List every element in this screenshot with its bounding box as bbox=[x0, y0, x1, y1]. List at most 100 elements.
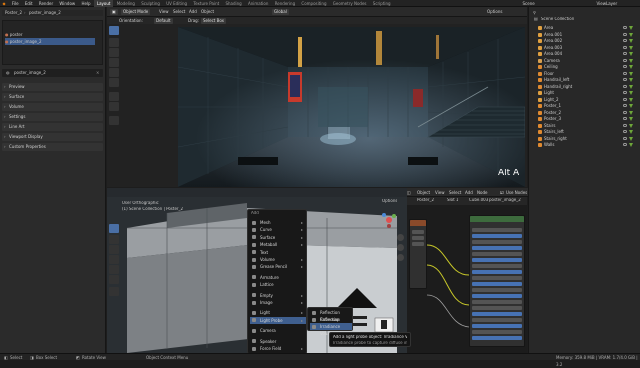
menu-edit[interactable]: Edit bbox=[22, 0, 35, 7]
scale-tool-icon[interactable] bbox=[109, 68, 119, 77]
scene-selector[interactable]: Scene bbox=[520, 0, 537, 7]
image-texture-node[interactable] bbox=[409, 219, 427, 289]
node-field[interactable] bbox=[472, 258, 522, 262]
section-custom-properties[interactable]: Custom Properties bbox=[2, 143, 103, 151]
zoom-icon[interactable] bbox=[397, 234, 404, 241]
node-menu-node[interactable]: Node bbox=[477, 190, 487, 196]
navigation-gizmo[interactable] bbox=[379, 210, 399, 230]
mode-selector[interactable]: Object Mode bbox=[121, 9, 151, 15]
visibility-eye-icon[interactable] bbox=[623, 71, 627, 75]
node-editor-type-icon[interactable]: ◫ bbox=[407, 190, 411, 196]
cursor-tool-icon[interactable] bbox=[109, 38, 119, 47]
add-cube-tool-icon[interactable] bbox=[109, 116, 119, 125]
visibility-eye-icon[interactable] bbox=[623, 84, 627, 88]
close-icon[interactable]: × bbox=[96, 69, 99, 77]
menu-object[interactable]: Object bbox=[201, 9, 214, 15]
orientation-dropdown[interactable]: Default bbox=[154, 17, 173, 24]
visibility-eye-icon[interactable] bbox=[623, 104, 627, 107]
node-field[interactable] bbox=[472, 294, 522, 298]
menu-file[interactable]: File bbox=[9, 0, 21, 7]
menu-item-reflection-plane[interactable]: Reflection Plane bbox=[310, 316, 352, 329]
node-field[interactable] bbox=[472, 264, 522, 268]
scene-collection-row[interactable]: ▤ Scene Collection bbox=[531, 17, 639, 24]
visibility-eye-icon[interactable] bbox=[623, 65, 627, 68]
visibility-eye-icon[interactable] bbox=[623, 123, 627, 127]
node-field[interactable] bbox=[472, 252, 522, 256]
node-field[interactable] bbox=[472, 336, 522, 340]
visibility-eye-icon[interactable] bbox=[623, 97, 627, 101]
use-nodes-checkbox[interactable]: ☑ bbox=[500, 190, 504, 196]
view-layer-selector[interactable]: ViewLayer bbox=[594, 0, 620, 7]
visibility-eye-icon[interactable] bbox=[623, 78, 627, 81]
menu-help[interactable]: Help bbox=[79, 0, 93, 7]
outliner-filter-icon[interactable]: ⚲ bbox=[533, 10, 536, 16]
workspace-tab-compositing[interactable]: Compositing bbox=[299, 0, 329, 7]
node-field[interactable] bbox=[472, 276, 522, 280]
workspace-tab-uv-editing[interactable]: UV Editing bbox=[164, 0, 190, 7]
visibility-eye-icon[interactable] bbox=[623, 26, 627, 29]
menu-item-light[interactable]: Light ▸ bbox=[250, 309, 306, 316]
node-field[interactable] bbox=[472, 324, 522, 328]
visibility-eye-icon[interactable] bbox=[623, 91, 627, 94]
workspace-tab-shading[interactable]: Shading bbox=[223, 0, 244, 7]
select-tool-icon[interactable] bbox=[109, 26, 119, 35]
node-menu-select[interactable]: Select bbox=[449, 190, 461, 196]
menu-item-irradiance-volume[interactable]: Irradiance Volume bbox=[310, 323, 352, 336]
node-field[interactable] bbox=[472, 288, 522, 292]
material-slot-list[interactable]: ● poster ● poster_image_2 bbox=[2, 20, 103, 65]
node-field[interactable] bbox=[472, 282, 522, 286]
node-menu-object[interactable]: Object bbox=[417, 190, 430, 196]
material-name-field[interactable]: ◍ poster_image_2 × bbox=[2, 69, 103, 77]
node-field[interactable] bbox=[472, 330, 522, 334]
menu-add[interactable]: Add bbox=[189, 9, 197, 15]
cube-name-field[interactable]: Cube.003 bbox=[469, 198, 488, 202]
select-tool-icon[interactable] bbox=[109, 224, 119, 233]
menu-item-curve[interactable]: Curve ▸ bbox=[250, 226, 306, 233]
camera-view-icon[interactable] bbox=[397, 254, 404, 261]
options-menu[interactable]: Options bbox=[487, 9, 502, 15]
workspace-tab-scripting[interactable]: Scripting bbox=[370, 0, 393, 7]
workspace-tab-modeling[interactable]: Modeling bbox=[114, 0, 137, 7]
menu-view[interactable]: View bbox=[159, 9, 169, 15]
menu-item-metaball[interactable]: Metaball ▸ bbox=[250, 241, 306, 248]
annotate-tool-icon[interactable] bbox=[109, 92, 119, 101]
move-tool-icon[interactable] bbox=[109, 245, 119, 254]
material-slot-poster-image-2[interactable]: ● poster_image_2 bbox=[5, 38, 95, 45]
menu-item-empty[interactable]: Empty ▸ bbox=[250, 292, 306, 299]
rotate-tool-icon[interactable] bbox=[109, 255, 119, 264]
section-settings[interactable]: Settings bbox=[2, 113, 103, 121]
options-menu[interactable]: Options bbox=[382, 199, 397, 203]
rotate-tool-icon[interactable] bbox=[109, 58, 119, 67]
section-viewport-display[interactable]: Viewport Display bbox=[2, 133, 103, 141]
shader-node-editor[interactable]: Poster_2 Slot 1 Cube.003 poster_image_2 bbox=[407, 197, 527, 353]
menu-item-lattice[interactable]: Lattice bbox=[250, 281, 306, 288]
visibility-eye-icon[interactable] bbox=[623, 45, 627, 49]
workspace-tab-texture-paint[interactable]: Texture Paint bbox=[191, 0, 222, 7]
transform-tool-icon[interactable] bbox=[109, 78, 119, 87]
menu-item-grease-pencil[interactable]: Grease Pencil ▸ bbox=[250, 263, 306, 270]
menu-item-armature[interactable]: Armature bbox=[250, 274, 306, 281]
annotate-tool-icon[interactable] bbox=[109, 287, 119, 296]
menu-item-surface[interactable]: Surface ▸ bbox=[250, 234, 306, 241]
menu-render[interactable]: Render bbox=[36, 0, 55, 7]
menu-window[interactable]: Window bbox=[57, 0, 78, 7]
menu-item-speaker[interactable]: Speaker bbox=[250, 338, 306, 345]
material-slot-poster[interactable]: ● poster bbox=[5, 31, 105, 38]
visibility-eye-icon[interactable] bbox=[623, 117, 627, 120]
workspace-tab-layout[interactable]: Layout bbox=[94, 0, 113, 7]
node-field[interactable] bbox=[412, 242, 424, 246]
breadcrumb-object[interactable]: Poster_2 bbox=[5, 10, 22, 16]
node-field[interactable] bbox=[472, 228, 522, 232]
menu-item-reflection-cubemap[interactable]: Reflection Cubemap bbox=[310, 309, 352, 322]
menu-select[interactable]: Select bbox=[173, 9, 185, 15]
workspace-tab-rendering[interactable]: Rendering bbox=[272, 0, 297, 7]
visibility-eye-icon[interactable] bbox=[623, 39, 627, 42]
move-tool-icon[interactable] bbox=[109, 48, 119, 57]
workspace-tab-animation[interactable]: Animation bbox=[246, 0, 271, 7]
scale-tool-icon[interactable] bbox=[109, 265, 119, 274]
menu-item-mesh[interactable]: Mesh ▸ bbox=[250, 219, 306, 226]
visibility-eye-icon[interactable] bbox=[623, 32, 627, 36]
drag-dropdown[interactable]: Select Box bbox=[201, 17, 227, 24]
transform-orientation[interactable]: Global bbox=[272, 9, 289, 15]
section-volume[interactable]: Volume bbox=[2, 103, 103, 111]
